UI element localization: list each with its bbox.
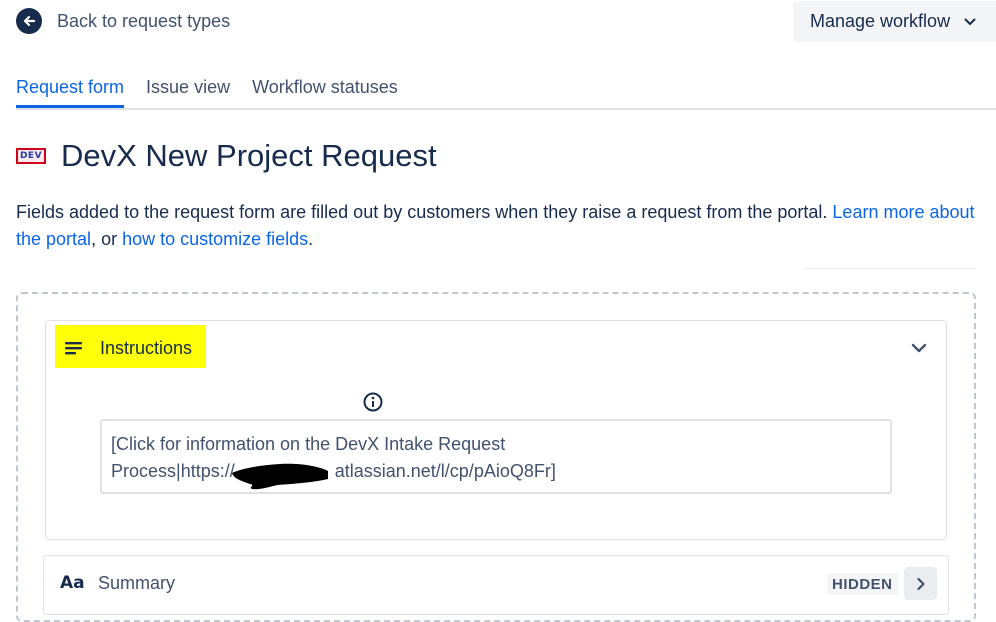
instructions-text-line-1: [Click for information on the DevX Intak… (111, 434, 506, 454)
request-type-icon: DEV (16, 148, 46, 164)
divider (804, 268, 974, 269)
summary-label: Summary (98, 573, 176, 593)
instructions-text-prefix: Process|https:// (111, 461, 235, 481)
text-field-icon: Aa (60, 573, 85, 593)
hidden-badge: HIDDEN (827, 573, 898, 595)
chevron-down-icon[interactable] (910, 339, 928, 362)
summary-field-card[interactable] (43, 555, 949, 615)
chevron-down-icon (964, 18, 976, 26)
back-to-request-types-link[interactable]: Back to request types (16, 8, 230, 34)
description-text-3: . (308, 229, 314, 249)
redaction-mark (230, 459, 330, 496)
manage-workflow-label: Manage workflow (810, 11, 951, 31)
instructions-label: Instructions (100, 338, 193, 358)
arrow-left-icon (16, 8, 42, 34)
manage-workflow-button[interactable]: Manage workflow (793, 1, 996, 42)
page-title: DevX New Project Request (61, 138, 437, 173)
tab-workflow-statuses[interactable]: Workflow statuses (252, 77, 398, 108)
info-icon[interactable] (363, 392, 383, 412)
instructions-text-line-2: Process|https:// atlassian.net/l/cp/pAioQ… (111, 458, 881, 485)
expand-summary-button[interactable] (904, 567, 937, 600)
description-text-2: , or (91, 229, 123, 249)
instructions-text-suffix: atlassian.net/l/cp/pAioQ8Fr] (334, 461, 556, 481)
tab-divider (16, 108, 996, 110)
page-header: DEV DevX New Project Request (16, 138, 437, 174)
tab-bar: Request form Issue view Workflow statuse… (16, 77, 420, 108)
customize-fields-link[interactable]: how to customize fields (122, 229, 308, 249)
description-text: Fields added to the request form are fil… (16, 202, 833, 222)
back-link-label: Back to request types (57, 10, 231, 31)
tab-issue-view[interactable]: Issue view (146, 77, 230, 108)
text-lines-icon (65, 341, 83, 360)
chevron-right-icon (916, 577, 925, 590)
page-description: Fields added to the request form are fil… (16, 199, 986, 253)
tab-request-form[interactable]: Request form (16, 77, 125, 108)
instructions-text-area[interactable]: [Click for information on the DevX Intak… (100, 419, 892, 494)
